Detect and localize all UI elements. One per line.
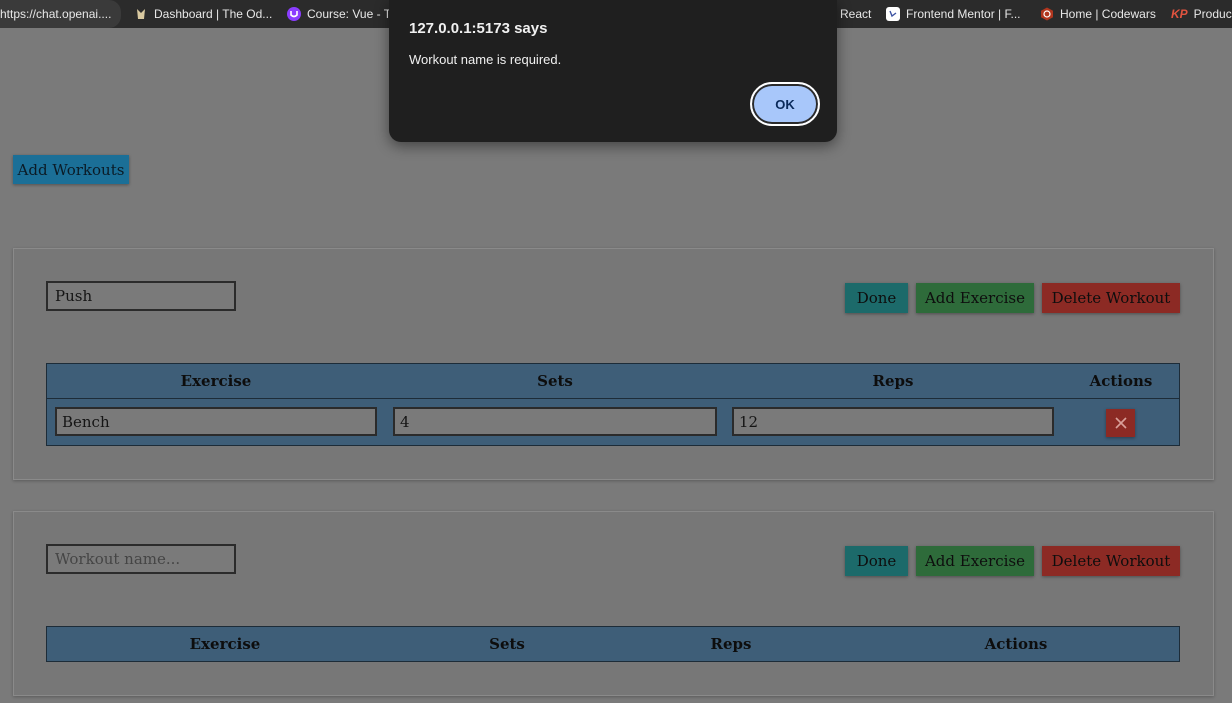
header-divider [47,398,1179,399]
column-header-actions: Actions [984,635,1048,653]
workout-name-input[interactable] [46,281,236,311]
sets-input[interactable] [393,407,717,436]
bookmark-react[interactable]: React [840,0,871,28]
bookmark-label: Frontend Mentor | F... [906,7,1021,21]
add-exercise-button[interactable]: Add Exercise [916,283,1034,313]
bookmark-label: Produc [1193,7,1232,21]
codewars-icon [1040,7,1054,21]
alert-dialog: 127.0.0.1:5173 says Workout name is requ… [389,0,837,142]
column-header-reps: Reps [872,372,914,390]
bookmark-udemy[interactable]: Course: Vue - T [287,0,391,28]
column-header-sets: Sets [489,635,525,653]
bookmark-label: Home | Codewars [1060,7,1156,21]
column-header-exercise: Exercise [189,635,261,653]
delete-exercise-button[interactable] [1106,409,1135,437]
delete-workout-button[interactable]: Delete Workout [1042,283,1180,313]
delete-workout-button[interactable]: Delete Workout [1042,546,1180,576]
workout-card: Done Add Exercise Delete Workout Exercis… [13,511,1214,696]
exercise-table: Exercise Sets Reps Actions [46,626,1180,662]
bookmark-label: React [840,7,872,21]
done-button[interactable]: Done [845,546,908,576]
reps-input[interactable] [732,407,1054,436]
bookmark-label: Dashboard | The Od... [154,7,273,21]
bookmark-kp[interactable]: KP Produc [1171,0,1232,28]
frontend-mentor-icon [886,7,900,21]
done-button[interactable]: Done [845,283,908,313]
dialog-message: Workout name is required. [409,52,562,67]
bookmark-codewars[interactable]: Home | Codewars [1040,0,1156,28]
dialog-title: 127.0.0.1:5173 says [409,20,548,37]
column-header-exercise: Exercise [180,372,252,390]
bookmark-odin[interactable]: Dashboard | The Od... [134,0,272,28]
add-workouts-button[interactable]: Add Workouts [13,155,129,184]
bookmark-label: Course: Vue - T [307,7,392,21]
column-header-sets: Sets [537,372,573,390]
workout-name-input[interactable] [46,544,236,574]
workout-card: Done Add Exercise Delete Workout Exercis… [13,248,1214,480]
exercise-table: Exercise Sets Reps Actions [46,363,1180,446]
close-icon [1114,417,1127,429]
column-header-actions: Actions [1089,372,1153,390]
add-exercise-button[interactable]: Add Exercise [916,546,1034,576]
kp-icon: KP [1171,7,1188,21]
odin-icon [134,7,148,21]
column-header-reps: Reps [710,635,752,653]
exercise-name-input[interactable] [55,407,377,436]
ok-button[interactable]: OK [750,82,820,126]
bookmark-frontend-mentor[interactable]: Frontend Mentor | F... [886,0,1021,28]
bookmark-chatgpt[interactable]: https://chat.openai.... [0,0,122,28]
bookmark-label: https://chat.openai.... [0,7,112,21]
udemy-icon [287,7,301,21]
